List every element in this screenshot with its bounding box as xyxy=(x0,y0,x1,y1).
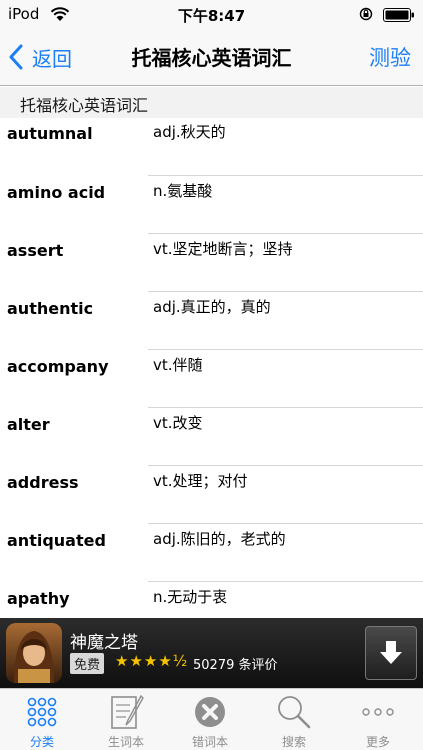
tab-search[interactable]: 搜索 xyxy=(252,689,336,750)
download-button[interactable] xyxy=(365,626,417,680)
list-item[interactable]: autumnal adj.秋天的 xyxy=(0,118,423,176)
word-definition: vt.处理；对付 xyxy=(153,472,248,490)
word-term: amino acid xyxy=(7,183,106,202)
word-definition: adj.秋天的 xyxy=(153,123,226,141)
list-item[interactable]: authentic adj.真正的，真的 xyxy=(0,292,423,350)
word-definition: adj.真正的，真的 xyxy=(153,298,271,316)
magnifier-icon xyxy=(278,696,311,729)
quiz-button[interactable]: 测验 xyxy=(369,42,411,72)
word-term: alter xyxy=(7,415,50,434)
tab-label: 分类 xyxy=(29,735,54,749)
ad-banner[interactable]: 神魔之塔 免费 ★★★★½ 50279 条评价 xyxy=(0,618,423,688)
word-term: assert xyxy=(7,241,64,260)
word-definition: n.无动于衷 xyxy=(153,588,228,606)
download-arrow-icon xyxy=(380,641,402,664)
tab-label: 生词本 xyxy=(107,735,144,749)
grid-dots-icon xyxy=(27,697,57,727)
back-button-label: 返回 xyxy=(32,46,72,71)
x-circle-icon xyxy=(195,697,225,727)
ad-price-badge: 免费 xyxy=(70,653,105,674)
tab-label: 错词本 xyxy=(191,735,228,749)
word-term: antiquated xyxy=(7,531,106,550)
word-term: autumnal xyxy=(7,124,93,143)
word-term: authentic xyxy=(7,299,94,318)
list-item[interactable]: amino acid n.氨基酸 xyxy=(0,176,423,234)
word-term: apathy xyxy=(7,589,70,608)
tab-label: 更多 xyxy=(365,735,390,749)
navigation-bar: 返回 托福核心英语词汇 测验 xyxy=(0,30,423,86)
list-item[interactable]: antiquated adj.陈旧的，老式的 xyxy=(0,524,423,582)
ad-review-count: 50279 条评价 xyxy=(193,658,278,673)
word-definition: vt.坚定地断言；坚持 xyxy=(153,240,293,258)
word-definition: vt.改变 xyxy=(153,414,203,432)
back-button[interactable]: 返回 xyxy=(8,40,72,74)
tab-category[interactable]: 分类 xyxy=(0,689,84,750)
app-icon xyxy=(6,623,62,683)
list-item[interactable]: apathy n.无动于衷 xyxy=(0,582,423,618)
word-definition: n.氨基酸 xyxy=(153,182,213,200)
word-definition: vt.伴随 xyxy=(153,356,203,374)
list-item[interactable]: address vt.处理；对付 xyxy=(0,466,423,524)
list-item[interactable]: assert vt.坚定地断言；坚持 xyxy=(0,234,423,292)
word-term: address xyxy=(7,473,79,492)
tab-wrong-words[interactable]: 错词本 xyxy=(168,689,252,750)
ad-title: 神魔之塔 xyxy=(70,633,138,653)
battery-icon xyxy=(383,8,414,22)
tab-bar: 分类 生词本 错词本 搜索 更多 xyxy=(0,688,423,750)
word-list[interactable]: autumnal adj.秋天的 amino acid n.氨基酸 assert… xyxy=(0,118,423,618)
page-title: 托福核心英语词汇 xyxy=(131,46,292,70)
tab-new-words[interactable]: 生词本 xyxy=(84,689,168,750)
list-item[interactable]: accompany vt.伴随 xyxy=(0,350,423,408)
section-header: 托福核心英语词汇 xyxy=(0,87,423,118)
tab-more[interactable]: 更多 xyxy=(336,689,420,750)
notebook-pencil-icon xyxy=(111,694,144,729)
list-item[interactable]: alter vt.改变 xyxy=(0,408,423,466)
word-term: accompany xyxy=(7,357,109,376)
word-definition: adj.陈旧的，老式的 xyxy=(153,530,286,548)
rating-stars: ★★★★½ xyxy=(115,652,189,670)
chevron-left-icon xyxy=(9,44,23,70)
more-dots-icon xyxy=(362,708,394,716)
status-bar: iPod 下午8:47 xyxy=(0,0,423,30)
tab-label: 搜索 xyxy=(281,735,306,749)
rotation-lock-icon xyxy=(359,7,373,21)
